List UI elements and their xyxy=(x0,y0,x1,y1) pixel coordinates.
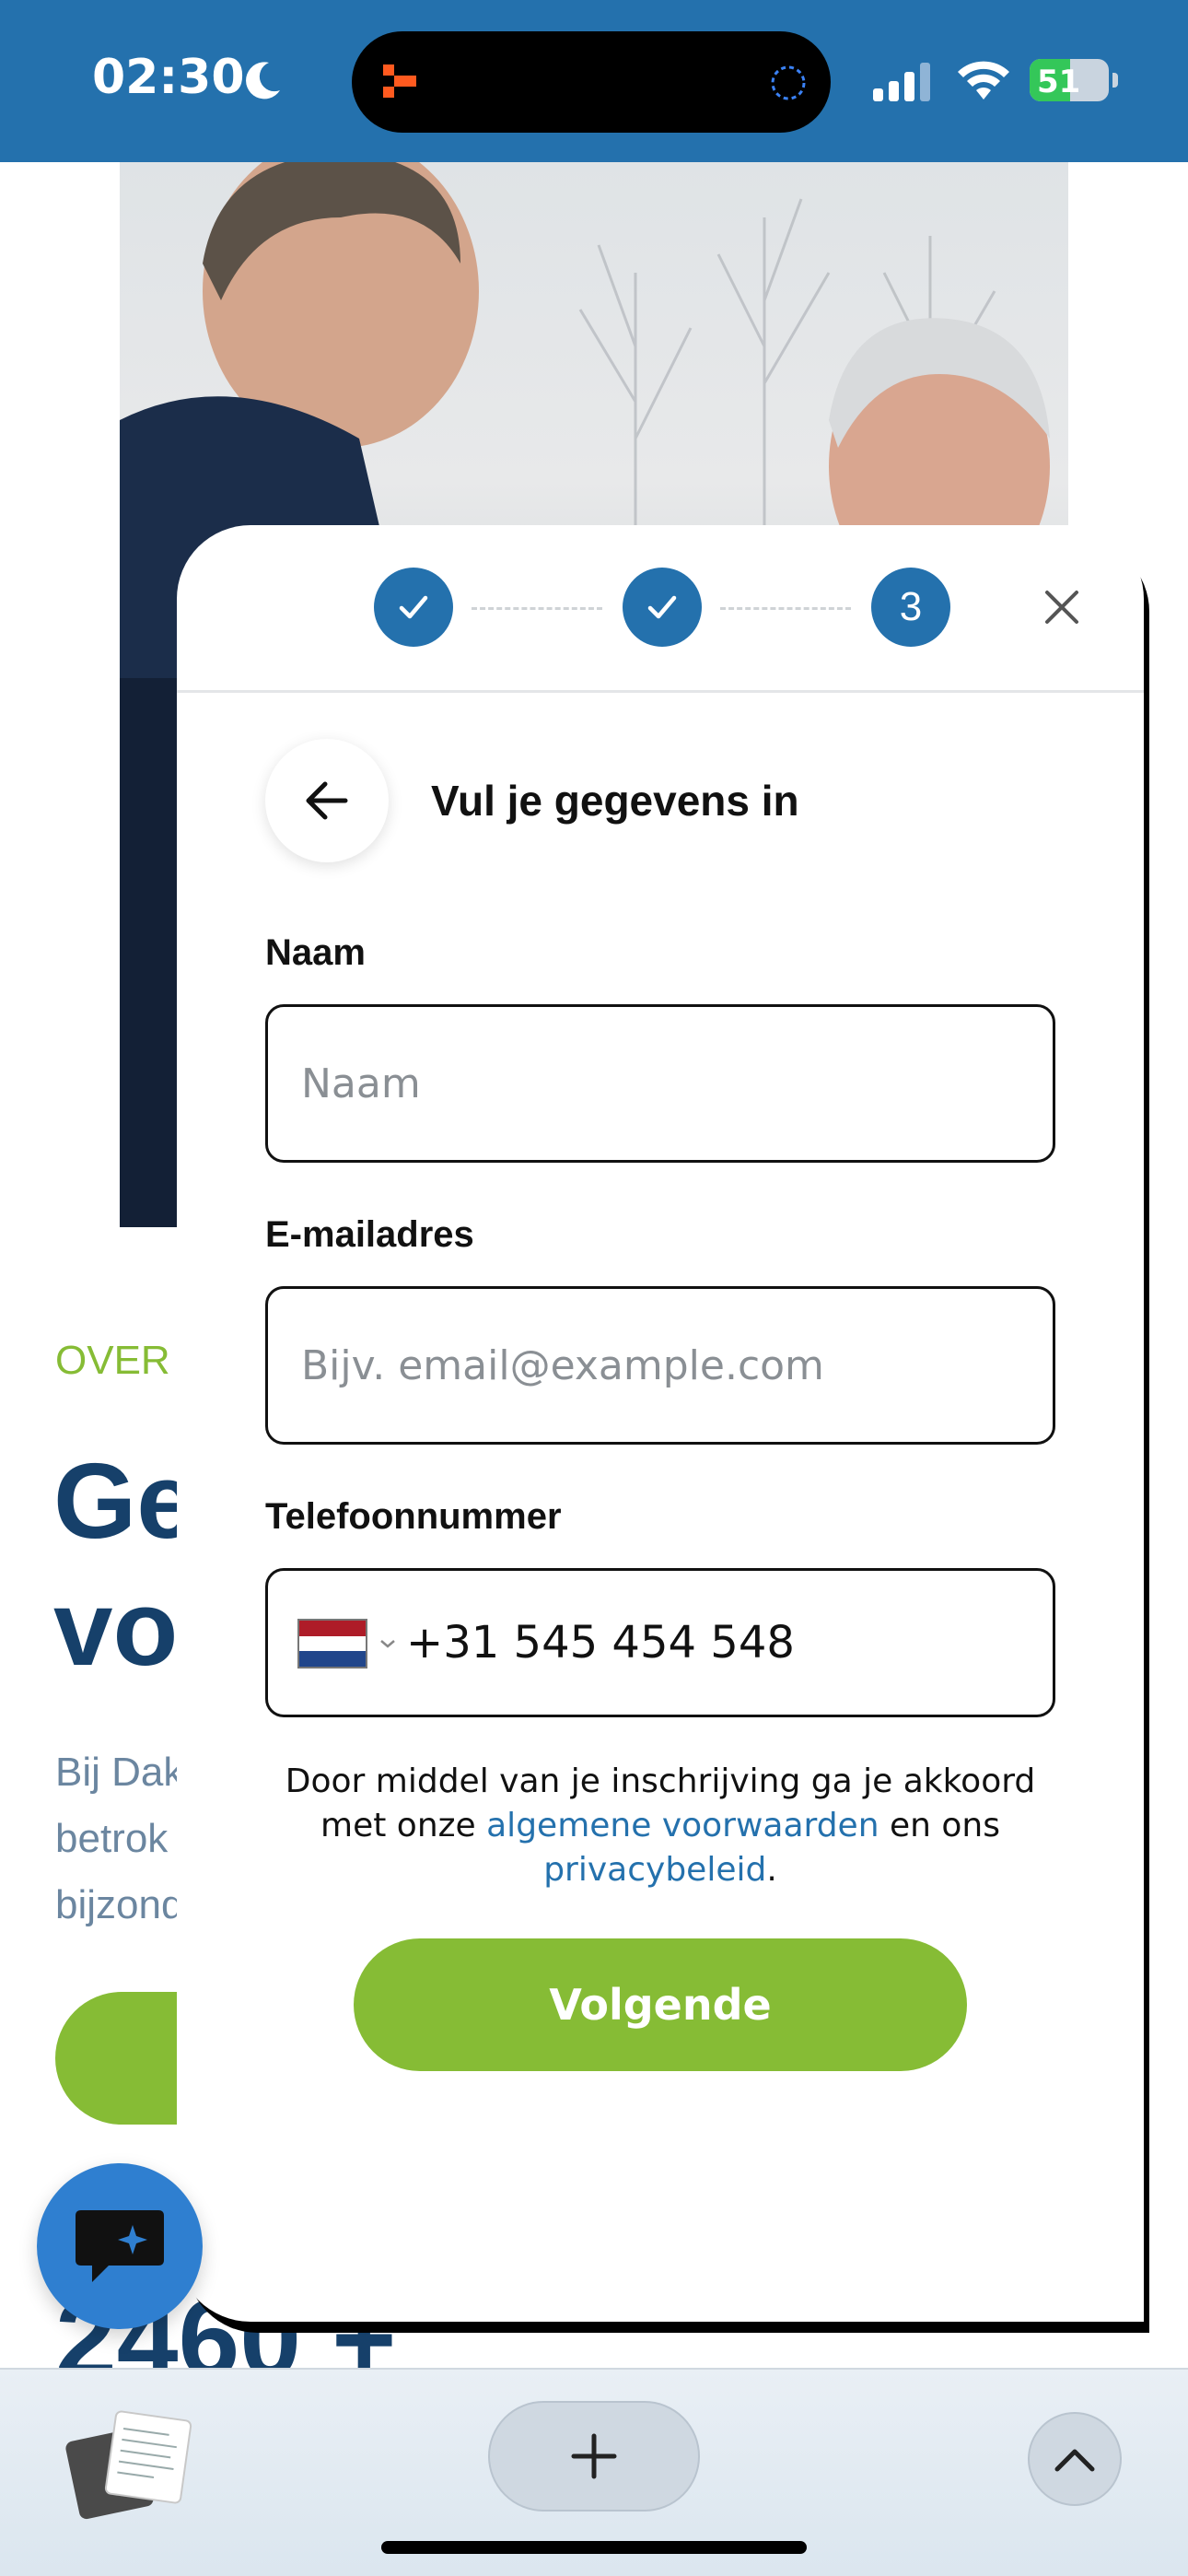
step-1-complete xyxy=(374,568,453,647)
terms-text-middle: en ons xyxy=(879,1807,1000,1844)
section-body: Bij Dak betrok bijzond xyxy=(55,1739,183,1938)
phone-input[interactable] xyxy=(406,1571,1032,1715)
email-field-box xyxy=(265,1286,1055,1445)
tabs-button[interactable] xyxy=(64,2406,193,2526)
section-body-line1: Bij Dak xyxy=(55,1750,184,1795)
activity-spinner-icon xyxy=(771,65,806,100)
check-icon xyxy=(399,595,428,619)
chevron-up-icon xyxy=(1054,2449,1095,2472)
close-button[interactable] xyxy=(1031,577,1092,638)
form-title: Vul je gegevens in xyxy=(431,777,799,825)
close-icon xyxy=(1045,591,1078,624)
plus-icon xyxy=(571,2433,617,2479)
step-connector xyxy=(472,607,602,610)
terms-link[interactable]: algemene voorwaarden xyxy=(486,1807,879,1844)
name-input[interactable] xyxy=(268,1007,1053,1160)
home-indicator xyxy=(381,2541,807,2554)
section-body-line3: bijzond xyxy=(55,1882,184,1927)
dynamic-island xyxy=(352,31,831,133)
scroll-up-button[interactable] xyxy=(1028,2412,1122,2506)
step-3-current: 3 xyxy=(871,568,950,647)
country-code-select[interactable] xyxy=(297,1619,397,1669)
app-activity-icon xyxy=(383,64,416,98)
new-tab-button[interactable] xyxy=(488,2401,700,2512)
netherlands-flag-icon xyxy=(297,1619,367,1669)
chevron-down-icon xyxy=(380,1640,395,1648)
phone-label: Telefoonnummer xyxy=(265,1496,562,1537)
arrow-left-icon xyxy=(306,781,348,820)
progress-stepper: 3 xyxy=(177,525,1144,693)
cellular-signal-icon xyxy=(873,63,930,101)
battery-indicator: 51 xyxy=(1030,59,1118,101)
step-2-complete xyxy=(623,568,702,647)
signup-modal: 3 Vul je gegevens in Naam E-mailadres Te… xyxy=(177,525,1144,2322)
battery-percent: 51 xyxy=(1037,64,1081,100)
back-button[interactable] xyxy=(265,739,389,862)
tabs-thumbnail-icon xyxy=(65,2410,192,2520)
terms-text: Door middel van je inschrijving ga je ak… xyxy=(265,1760,1055,1892)
status-bar: 02:30 51 xyxy=(0,0,1188,162)
next-button[interactable]: Volgende xyxy=(354,1938,967,2071)
status-time: 02:30 xyxy=(92,50,245,105)
step-connector xyxy=(720,607,851,610)
name-label: Naam xyxy=(265,932,366,973)
check-icon xyxy=(647,595,677,619)
chat-button[interactable] xyxy=(37,2163,203,2329)
moon-icon xyxy=(246,62,280,100)
email-label: E-mailadres xyxy=(265,1214,474,1255)
phone-field-box xyxy=(265,1568,1055,1717)
privacy-link[interactable]: privacybeleid xyxy=(543,1851,766,1889)
section-label: OVER xyxy=(55,1338,170,1383)
name-field-box xyxy=(265,1004,1055,1163)
terms-text-after: . xyxy=(766,1851,777,1889)
chat-sparkle-icon xyxy=(76,2210,164,2282)
section-body-line2: betrok xyxy=(55,1816,169,1861)
wifi-icon xyxy=(958,61,1009,100)
email-input[interactable] xyxy=(268,1289,1053,1442)
